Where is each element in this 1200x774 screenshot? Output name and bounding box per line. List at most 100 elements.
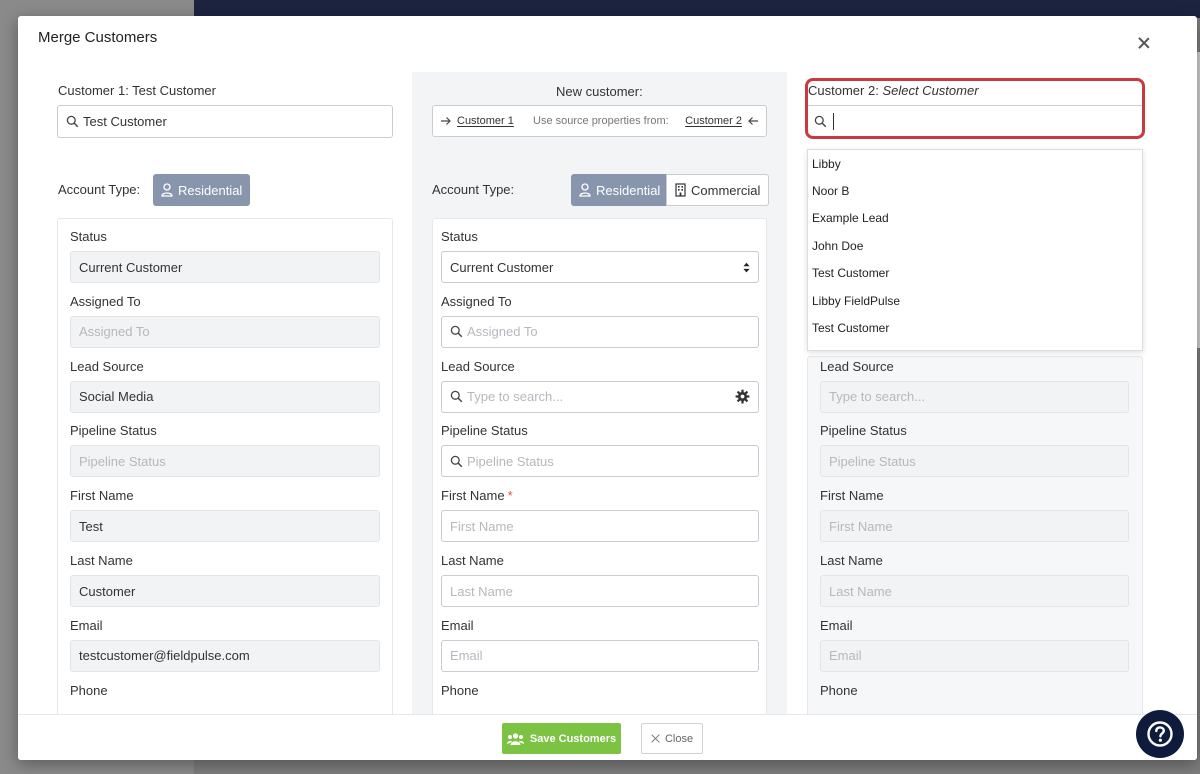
- field-label-text: Lead Source: [820, 358, 894, 374]
- save-customers-button[interactable]: Save Customers: [502, 723, 621, 754]
- user-icon: [161, 183, 173, 197]
- new-customer-status-label: Status: [441, 229, 478, 244]
- field-placeholder: Pipeline Status: [467, 453, 554, 469]
- customer1-email-label: Email: [70, 618, 103, 633]
- search-icon: [450, 455, 463, 468]
- new-customer-email-label: Email: [441, 618, 474, 633]
- user-icon: [579, 183, 591, 197]
- customer1-first-name-label: First Name: [70, 488, 134, 503]
- gear-icon[interactable]: [735, 389, 750, 404]
- dropdown-item[interactable]: Noor B: [808, 177, 1142, 204]
- field-placeholder: Assigned To: [467, 324, 538, 340]
- source-customer2[interactable]: Customer 2: [685, 115, 758, 127]
- select-arrows-icon: [743, 262, 750, 272]
- required-marker: *: [507, 488, 513, 504]
- customer1-status-label: Status: [70, 229, 107, 244]
- customer1-search-value: Test Customer: [83, 114, 167, 129]
- field-placeholder: Type to search...: [467, 389, 564, 405]
- search-icon: [450, 390, 463, 403]
- customer1-label: Customer 1: Test Customer: [58, 83, 216, 98]
- dropdown-item[interactable]: Test Customer: [808, 314, 1142, 341]
- field-label-text: Assigned To: [441, 293, 512, 309]
- customer2-pipeline-status-label: Pipeline Status: [820, 423, 907, 438]
- new-customer-assigned-to-label: Assigned To: [441, 294, 512, 309]
- field-placeholder: Assigned To: [79, 324, 150, 340]
- customer1-residential-label: Residential: [178, 182, 243, 198]
- source-hint: Use source properties from:: [533, 115, 669, 127]
- customer1-first-name-field: Test: [70, 510, 380, 543]
- close-icon: [651, 734, 660, 743]
- help-icon: [1147, 721, 1173, 747]
- field-label-text: Email: [70, 617, 103, 633]
- dropdown-item[interactable]: Libby: [808, 150, 1142, 177]
- new-customer-first-name-field[interactable]: First Name: [441, 510, 759, 543]
- field-label-text: Lead Source: [441, 358, 515, 374]
- new-customer-phone-label: Phone: [441, 683, 479, 698]
- field-label-text: First Name: [70, 488, 134, 504]
- new-customer-lead-source-label: Lead Source: [441, 359, 515, 374]
- customer1-assigned-to-field: Assigned To: [70, 315, 380, 348]
- new-commercial-label: Commercial: [691, 182, 761, 198]
- merge-customers-modal: Merge Customers Customer 1: Test Custome…: [18, 16, 1197, 760]
- new-customer-status-field[interactable]: Current Customer: [441, 251, 759, 283]
- field-value: Current Customer: [79, 259, 183, 275]
- customer1-residential-button[interactable]: Residential: [153, 174, 251, 206]
- close-button[interactable]: Close: [641, 723, 703, 754]
- field-label-text: Pipeline Status: [70, 423, 157, 439]
- customer1-account-type-label: Account Type:: [58, 182, 141, 197]
- customer1-lead-source-field: Social Media: [70, 380, 380, 413]
- field-label-text: Phone: [820, 682, 858, 698]
- customer2-first-name-label: First Name: [820, 488, 884, 503]
- modal-footer: Save Customers Close: [18, 714, 1197, 760]
- source-selector: Customer 1 Use source properties from: C…: [432, 105, 767, 137]
- field-placeholder: Last Name: [450, 583, 513, 599]
- field-placeholder: Email: [829, 648, 862, 664]
- customer1-status-field: Current Customer: [70, 251, 380, 283]
- arrow-left-icon: [748, 117, 758, 125]
- close-label: Close: [664, 732, 694, 745]
- new-customer-email-field[interactable]: Email: [441, 639, 759, 672]
- customer2-first-name-field: First Name: [820, 510, 1129, 543]
- customer2-pipeline-status-field: Pipeline Status: [820, 445, 1129, 478]
- new-customer-account-type-label: Account Type:: [432, 182, 515, 197]
- field-label-text: Email: [441, 617, 474, 633]
- field-placeholder: Type to search...: [829, 389, 926, 405]
- new-customer-assigned-to-field[interactable]: Assigned To: [441, 315, 759, 348]
- field-value: Current Customer: [450, 259, 554, 275]
- help-button[interactable]: [1136, 710, 1184, 758]
- search-icon: [450, 326, 463, 338]
- dropdown-item[interactable]: Test Customer: [808, 260, 1142, 287]
- source-customer1-label: Customer 1: [457, 115, 514, 127]
- new-customer-pipeline-status-field[interactable]: Pipeline Status: [441, 445, 759, 478]
- dropdown-item[interactable]: John Doe: [808, 232, 1142, 259]
- field-label-text: Last Name: [441, 553, 504, 568]
- dropdown-item[interactable]: Example Lead: [808, 205, 1142, 232]
- new-customer-last-name-field[interactable]: Last Name: [441, 575, 759, 607]
- customer2-dropdown: Libby Noor B Example Lead John Doe Test …: [807, 149, 1143, 351]
- customer1-last-name-label: Last Name: [70, 553, 133, 568]
- close-icon[interactable]: [1137, 36, 1151, 50]
- customer2-lead-source-label: Lead Source: [820, 359, 894, 374]
- customer2-lead-source-field: Type to search...: [820, 380, 1129, 413]
- dropdown-item[interactable]: Libby FieldPulse: [808, 287, 1142, 314]
- field-label-text: Email: [820, 617, 853, 633]
- source-customer1[interactable]: Customer 1: [441, 115, 514, 127]
- field-label-text: Phone: [70, 682, 108, 698]
- new-residential-button[interactable]: Residential: [571, 174, 669, 206]
- new-customer-lead-source-field[interactable]: Type to search...: [441, 380, 759, 413]
- customer2-search-highlight: [805, 78, 1145, 139]
- customer1-lead-source-label: Lead Source: [70, 359, 144, 374]
- modal-title: Merge Customers: [38, 29, 158, 46]
- customer1-email-field: testcustomer@fieldpulse.com: [70, 639, 380, 672]
- field-placeholder: Pipeline Status: [79, 453, 166, 469]
- field-placeholder: Last Name: [829, 583, 892, 599]
- new-customer-last-name-label: Last Name: [441, 553, 504, 568]
- customer1-search-input[interactable]: Test Customer: [57, 105, 393, 138]
- save-customers-label: Save Customers: [529, 732, 617, 745]
- field-label-text: Pipeline Status: [820, 423, 907, 439]
- new-customer-title: New customer:: [556, 84, 643, 99]
- new-commercial-button[interactable]: Commercial: [666, 174, 770, 206]
- source-customer2-label: Customer 2: [685, 115, 742, 127]
- field-label-text: Last Name: [820, 553, 883, 568]
- users-icon: [506, 732, 524, 745]
